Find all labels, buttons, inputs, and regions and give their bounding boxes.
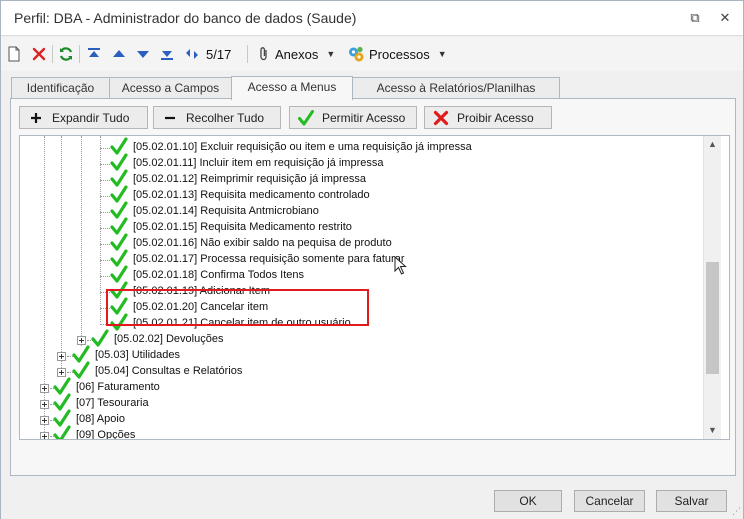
tree-item-label: [05.02.01.12] Reimprimir requisição já i…	[133, 173, 366, 185]
tree-item-label: [07] Tesouraria	[76, 397, 149, 409]
scroll-thumb[interactable]	[706, 262, 719, 374]
tree-item-label: [05.02.01.13] Requisita medicamento cont…	[133, 189, 370, 201]
expand-all-button[interactable]: Expandir Tudo	[19, 106, 148, 129]
tab-acesso-campos[interactable]: Acesso a Campos	[109, 77, 232, 99]
processos-label: Processos	[369, 46, 430, 62]
allow-access-label: Permitir Acesso	[322, 110, 406, 125]
tab-acesso-relatorios[interactable]: Acesso à Relatórios/Planilhas	[352, 77, 560, 99]
expand-toggle-icon[interactable]	[40, 400, 49, 409]
tree-item-label: [05.02.01.17] Processa requisição soment…	[133, 253, 405, 265]
gears-icon	[349, 46, 364, 62]
paperclip-icon	[260, 47, 267, 61]
cancel-button[interactable]: Cancelar	[574, 490, 645, 512]
toolbar: 5/17 Anexos ▼ Processos ▼	[1, 37, 743, 71]
tree-vertical-scrollbar[interactable]: ▲ ▼	[703, 136, 721, 439]
anexos-caret-icon: ▼	[326, 49, 336, 59]
processos-menu[interactable]: Processos ▼	[347, 44, 447, 64]
tree-item[interactable]: [05.04] Consultas e Relatórios	[20, 361, 710, 380]
record-counter-icon	[186, 49, 198, 59]
menu-tree[interactable]: [05.02.01.10] Excluir requisição ou item…	[19, 135, 730, 440]
red-x-icon	[433, 110, 449, 125]
resize-grip-icon[interactable]: ⋰	[732, 506, 741, 517]
tree-item[interactable]: [06] Faturamento	[20, 377, 710, 396]
tree-item[interactable]: [09] Opções	[20, 425, 710, 440]
title-bar: Perfil: DBA - Administrador do banco de …	[1, 1, 743, 36]
record-counter-text: 5/17	[206, 46, 232, 62]
anexos-label: Anexos	[275, 46, 319, 62]
dialog-footer: OK Cancelar Salvar ⋰	[1, 479, 743, 519]
deny-access-button[interactable]: Proibir Acesso	[424, 106, 552, 129]
expand-toggle-icon[interactable]	[57, 368, 66, 377]
tree-item[interactable]: [08] Apoio	[20, 409, 710, 428]
tree-item-label: [05.02.01.11] Incluir item em requisição…	[133, 157, 384, 169]
collapse-all-label: Recolher Tudo	[186, 110, 265, 125]
record-counter-icon-wrap	[184, 44, 200, 64]
save-button[interactable]: Salvar	[656, 490, 727, 512]
delete-button[interactable]	[31, 44, 47, 64]
allow-access-button[interactable]: Permitir Acesso	[289, 106, 417, 129]
expand-toggle-icon[interactable]	[40, 416, 49, 425]
menu-access-panel: Expandir Tudo Recolher Tudo Permitir Ace…	[10, 98, 736, 476]
minus-icon	[165, 116, 175, 119]
anexos-menu[interactable]: Anexos ▼	[257, 44, 335, 64]
checkmark-icon	[53, 425, 71, 439]
previous-record-icon	[113, 50, 125, 57]
first-record-icon	[88, 48, 100, 57]
checkmark-icon	[298, 109, 314, 125]
tab-strip: Identificação Acesso a Campos Acesso a M…	[9, 76, 737, 100]
tree-item[interactable]: [05.03] Utilidades	[20, 345, 710, 364]
next-record-button[interactable]	[136, 44, 150, 64]
tree-item-label: [09] Opções	[76, 429, 136, 440]
tree-item-label: [05.02.01.18] Confirma Todos Itens	[133, 269, 305, 281]
tree-item-label: [05.02.02] Devoluções	[114, 333, 224, 345]
tab-acesso-menus[interactable]: Acesso a Menus	[231, 76, 353, 100]
profile-window: Perfil: DBA - Administrador do banco de …	[0, 0, 744, 519]
first-record-button[interactable]	[87, 44, 101, 64]
new-document-icon	[8, 46, 20, 62]
processos-caret-icon: ▼	[437, 49, 447, 59]
plus-icon	[31, 112, 41, 123]
collapse-all-button[interactable]: Recolher Tudo	[153, 106, 281, 129]
scroll-down-icon[interactable]: ▼	[708, 425, 717, 435]
new-button[interactable]	[7, 44, 21, 64]
scroll-up-icon[interactable]: ▲	[708, 139, 717, 149]
expand-toggle-icon[interactable]	[40, 432, 49, 439]
window-title: Perfil: DBA - Administrador do banco de …	[14, 10, 357, 26]
checkmark-icon	[91, 329, 109, 347]
tree-item-label: [05.02.01.10] Excluir requisição ou item…	[133, 141, 472, 153]
deny-access-label: Proibir Acesso	[457, 110, 534, 125]
tab-identificacao[interactable]: Identificação	[11, 77, 110, 99]
expand-all-label: Expandir Tudo	[52, 110, 130, 125]
expand-toggle-icon[interactable]	[40, 384, 49, 393]
tree-item-label: [05.04] Consultas e Relatórios	[95, 365, 243, 377]
restore-button[interactable]: ⧉	[684, 8, 706, 28]
last-record-button[interactable]	[160, 44, 174, 64]
tree-item-label: [05.02.01.16] Não exibir saldo na pequis…	[133, 237, 392, 249]
tree-item-label: [05.02.01.14] Requisita Antmicrobiano	[133, 205, 319, 217]
close-button[interactable]: ✕	[714, 8, 736, 28]
previous-record-button[interactable]	[112, 44, 126, 64]
ok-button[interactable]: OK	[494, 490, 562, 512]
last-record-icon	[161, 51, 173, 60]
tree-item-label: [05.03] Utilidades	[95, 349, 180, 361]
tree-item-label: [05.02.01.15] Requisita Medicamento rest…	[133, 221, 352, 233]
expand-toggle-icon[interactable]	[77, 336, 86, 345]
refresh-icon	[59, 47, 73, 61]
tree-item-label: [08] Apoio	[76, 413, 125, 425]
highlight-annotation-box	[106, 289, 369, 326]
next-record-icon	[137, 51, 149, 58]
record-counter: 5/17	[206, 44, 231, 64]
checkmark-icon	[72, 361, 90, 379]
delete-x-icon	[32, 47, 46, 61]
tree-item[interactable]: [05.02.02] Devoluções	[20, 329, 710, 348]
tree-item-label: [06] Faturamento	[76, 381, 160, 393]
refresh-button[interactable]	[58, 44, 74, 64]
tree-item[interactable]: [07] Tesouraria	[20, 393, 710, 412]
mouse-cursor-icon	[394, 256, 407, 275]
expand-toggle-icon[interactable]	[57, 352, 66, 361]
